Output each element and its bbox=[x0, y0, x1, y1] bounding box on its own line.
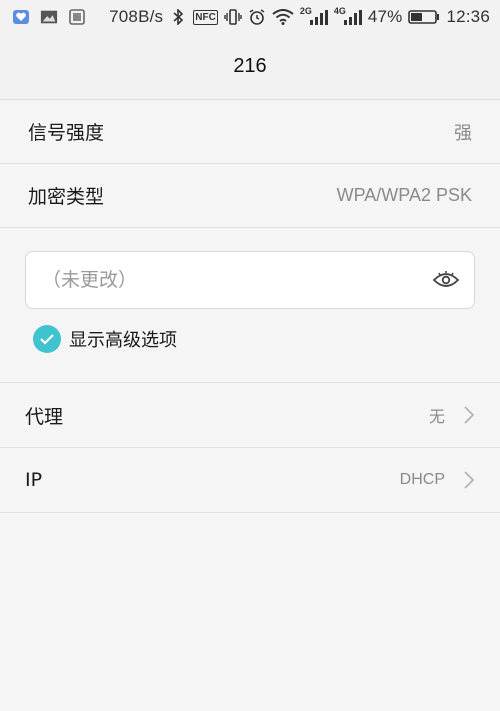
signal-2g-icon: 2G bbox=[300, 6, 328, 25]
bluetooth-icon bbox=[169, 9, 187, 25]
ip-label: IP bbox=[25, 469, 43, 491]
app-heart-icon bbox=[12, 9, 30, 25]
ip-value: DHCP bbox=[399, 471, 445, 488]
alarm-icon bbox=[248, 9, 266, 25]
nfc-icon: NFC bbox=[193, 9, 218, 25]
page-title: 216 bbox=[233, 55, 267, 77]
encryption-type-value: WPA/WPA2 PSK bbox=[336, 185, 472, 205]
advanced-options-label: 显示高级选项 bbox=[69, 330, 177, 351]
advanced-options-toggle[interactable]: 显示高级选项 bbox=[0, 309, 500, 355]
status-right-icons: 708B/s NFC 2G 4G 47% 12:36 bbox=[109, 6, 490, 27]
checkbox-checked-icon[interactable] bbox=[33, 325, 61, 353]
password-field-container bbox=[25, 251, 475, 309]
password-input[interactable] bbox=[40, 268, 432, 292]
signal-4g-icon: 4G bbox=[334, 6, 362, 25]
vibrate-icon bbox=[224, 9, 242, 25]
battery-icon bbox=[408, 9, 440, 25]
clock: 12:36 bbox=[446, 7, 490, 26]
chevron-right-icon bbox=[463, 405, 475, 425]
proxy-row[interactable]: 代理 无 bbox=[0, 383, 500, 448]
status-left-icons bbox=[12, 9, 86, 25]
battery-percent: 47% bbox=[367, 7, 403, 26]
page-header: 216 bbox=[0, 34, 500, 100]
status-bar: 708B/s NFC 2G 4G 47% 12:36 bbox=[0, 0, 500, 34]
signal-strength-row: 信号强度 强 bbox=[0, 100, 500, 164]
encryption-type-label: 加密类型 bbox=[28, 186, 105, 208]
signal-strength-value: 强 bbox=[454, 122, 472, 143]
wifi-icon bbox=[272, 9, 294, 25]
eye-icon[interactable] bbox=[432, 270, 460, 290]
net-speed: 708B/s bbox=[109, 7, 164, 26]
ip-settings-row[interactable]: IP DHCP bbox=[0, 448, 500, 513]
gallery-icon bbox=[68, 9, 86, 25]
photo-icon bbox=[40, 9, 58, 25]
proxy-value: 无 bbox=[428, 409, 445, 426]
proxy-label: 代理 bbox=[25, 405, 64, 428]
signal-strength-label: 信号强度 bbox=[28, 122, 105, 144]
encryption-type-row: 加密类型 WPA/WPA2 PSK bbox=[0, 164, 500, 228]
chevron-right-icon bbox=[463, 470, 475, 490]
password-section bbox=[0, 228, 500, 309]
